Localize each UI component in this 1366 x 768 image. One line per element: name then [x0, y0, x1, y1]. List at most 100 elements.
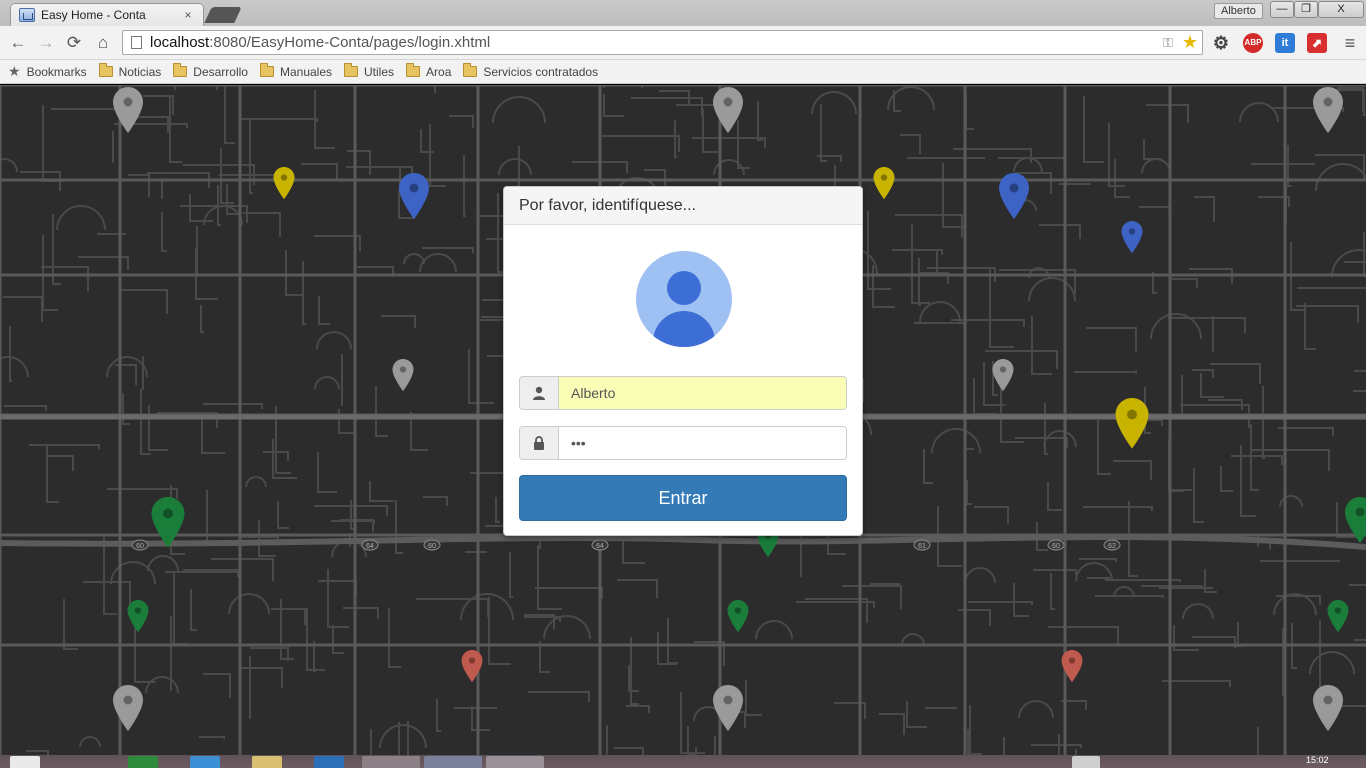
browser-titlebar: Easy Home - Conta × Alberto — ❐ X [0, 0, 1366, 26]
map-marker-pin-icon[interactable] [127, 600, 149, 633]
bookmark-folder-label: Servicios contratados [483, 64, 599, 79]
bookmarks-star-icon: ★ [8, 63, 21, 79]
login-panel-heading: Por favor, identifíquese... [504, 187, 862, 225]
map-marker-pin-icon[interactable] [113, 87, 143, 133]
map-marker-pin-icon[interactable] [151, 497, 185, 548]
bookmark-folder[interactable]: Servicios contratados [463, 63, 599, 79]
browser-toolbar: ← → ⟳ ⌂ localhost:8080/EasyHome-Conta/pa… [0, 26, 1366, 60]
map-marker-pin-icon[interactable] [392, 359, 414, 392]
road-shield-label: 61 [913, 539, 931, 551]
password-input[interactable] [559, 427, 846, 459]
minimize-button[interactable]: — [1270, 1, 1294, 18]
svg-text:62: 62 [1108, 543, 1116, 550]
road-shield-label: 60 [423, 539, 441, 551]
login-panel: Por favor, identifíquese... Entrar [503, 186, 863, 536]
folder-icon [406, 63, 421, 77]
it-extension-icon[interactable]: it [1275, 33, 1295, 53]
forward-icon[interactable]: → [36, 33, 56, 53]
maximize-button[interactable]: ❐ [1294, 1, 1318, 18]
folder-icon [344, 63, 358, 77]
address-bar[interactable]: localhost:8080/EasyHome-Conta/pages/logi… [122, 30, 1203, 55]
map-marker-pin-icon[interactable] [113, 685, 143, 731]
bookmark-folder[interactable]: Noticias [98, 63, 162, 79]
road-shield-label: 64 [361, 539, 379, 551]
login-submit-button[interactable]: Entrar [519, 475, 847, 521]
map-marker-pin-icon[interactable] [1313, 87, 1343, 133]
map-marker-pin-icon[interactable] [1327, 600, 1349, 633]
map-marker-pin-icon[interactable] [873, 167, 895, 200]
bookmark-folder[interactable]: Desarrollo [173, 63, 248, 79]
folder-icon [98, 63, 113, 77]
taskbar-clock: 15:02 [1306, 755, 1329, 765]
start-button[interactable] [10, 756, 40, 768]
folder-icon [173, 63, 188, 77]
tab-close-icon[interactable]: × [181, 8, 195, 22]
new-tab-button[interactable] [204, 7, 242, 23]
tray-icon[interactable] [1072, 756, 1100, 768]
page-icon [131, 36, 142, 49]
taskbar-app-button[interactable] [252, 756, 282, 768]
username-input-group [519, 376, 847, 410]
svg-text:64: 64 [366, 543, 374, 550]
windows-taskbar: 15:02 [0, 755, 1366, 768]
taskbar-app-button[interactable] [362, 756, 420, 768]
taskbar-chrome-button[interactable] [486, 756, 544, 768]
password-input-group [519, 426, 847, 460]
bookmarks-label: Bookmarks [26, 64, 87, 79]
folder-icon [259, 63, 274, 77]
taskbar-app-button[interactable] [314, 756, 344, 768]
svg-text:60: 60 [428, 543, 436, 550]
username-input[interactable] [559, 377, 846, 409]
reload-icon[interactable]: ⟳ [64, 33, 84, 53]
lock-icon [520, 427, 559, 459]
bookmark-folder[interactable]: Aroa [406, 63, 452, 79]
bookmark-folder-label: Desarrollo [193, 64, 248, 79]
profile-user-button[interactable]: Alberto [1214, 3, 1263, 19]
bookmark-star-icon[interactable]: ★ [1178, 32, 1202, 53]
map-marker-pin-icon[interactable] [1313, 685, 1343, 731]
avatar-head [667, 271, 701, 305]
taskbar-app-button[interactable] [190, 756, 220, 768]
bookmark-folder-label: Utiles [364, 64, 395, 79]
road-shield-label: 62 [1103, 539, 1121, 551]
bookmark-folder[interactable]: Utiles [344, 63, 395, 79]
chrome-menu-icon[interactable]: ≡ [1340, 33, 1360, 53]
road-shield-label: 60 [131, 539, 149, 551]
bookmarks-menu[interactable]: ★ Bookmarks [8, 63, 87, 80]
svg-text:60: 60 [136, 543, 144, 550]
svg-text:61: 61 [918, 543, 926, 550]
user-icon [520, 377, 559, 409]
settings-gear-icon[interactable]: ⚙ [1211, 33, 1231, 53]
map-marker-pin-icon[interactable] [399, 173, 429, 219]
svg-text:64: 64 [596, 543, 604, 550]
adblock-extension-icon[interactable]: ABP [1243, 33, 1263, 53]
key-icon[interactable]: ⚿ [1158, 35, 1178, 51]
bookmark-folder-label: Noticias [118, 64, 162, 79]
road-shield-label: 60 [1047, 539, 1065, 551]
map-marker-pin-icon[interactable] [727, 600, 749, 633]
bookmark-folder-label: Manuales [279, 64, 332, 79]
close-window-button[interactable]: X [1318, 1, 1364, 18]
url-host: localhost [150, 34, 210, 51]
taskbar-app-button[interactable] [424, 756, 482, 768]
map-marker-pin-icon[interactable] [1115, 398, 1149, 449]
map-marker-pin-icon[interactable] [713, 685, 743, 731]
browser-tab[interactable]: Easy Home - Conta × [10, 3, 204, 26]
red-extension-icon[interactable]: ⬈ [1307, 33, 1327, 53]
svg-text:60: 60 [1052, 543, 1060, 550]
url-text[interactable]: localhost:8080/EasyHome-Conta/pages/logi… [150, 34, 1158, 51]
map-marker-pin-icon[interactable] [992, 359, 1014, 392]
back-icon[interactable]: ← [8, 33, 28, 53]
map-marker-pin-icon[interactable] [1121, 221, 1143, 254]
taskbar-app-button[interactable] [128, 756, 158, 768]
tab-title: Easy Home - Conta [41, 8, 146, 22]
map-marker-pin-icon[interactable] [999, 173, 1029, 219]
home-favicon-icon [19, 8, 35, 22]
url-path: :8080/EasyHome-Conta/pages/login.xhtml [209, 34, 491, 51]
road-shield-label: 64 [591, 539, 609, 551]
user-avatar-icon [636, 251, 732, 347]
bookmark-folder-label: Aroa [426, 64, 452, 79]
bookmark-folder[interactable]: Manuales [259, 63, 332, 79]
map-marker-pin-icon[interactable] [273, 167, 295, 200]
home-icon[interactable]: ⌂ [93, 33, 113, 53]
